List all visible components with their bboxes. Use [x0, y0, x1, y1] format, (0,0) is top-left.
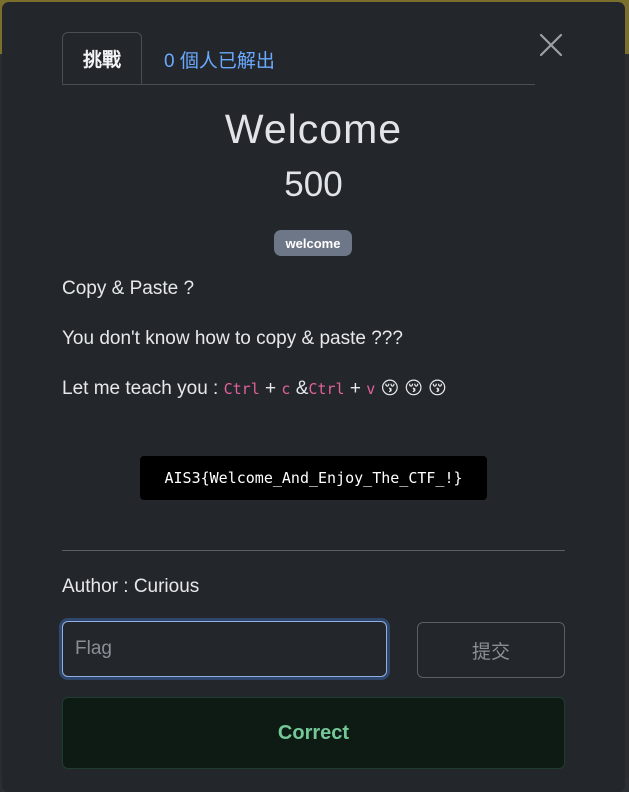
tab-challenge[interactable]: 挑戰: [62, 32, 142, 84]
description-line-2: You don't know how to copy & paste ???: [62, 328, 403, 349]
close-button[interactable]: [538, 32, 564, 58]
kissing-emoji-icons: 😚 😚 😚: [380, 378, 447, 398]
code-v-key: v: [366, 380, 376, 398]
flag-input[interactable]: [62, 621, 387, 677]
code-ctrl-key-2: Ctrl: [308, 380, 345, 398]
code-ctrl-key-1: Ctrl: [223, 380, 260, 398]
description-line-1: Copy & Paste ?: [62, 278, 195, 299]
close-icon: [539, 33, 563, 57]
challenge-modal: 挑戰 0 個人已解出 Welcome 500 welcome Copy & Pa…: [2, 2, 625, 792]
divider: [62, 550, 565, 551]
plus-sign-2: +: [349, 378, 361, 399]
ampersand: &: [295, 378, 309, 399]
tab-bar: 挑戰 0 個人已解出: [62, 32, 535, 85]
flag-code-block: AIS3{Welcome_And_Enjoy_The_CTF_!}: [140, 456, 487, 500]
result-correct-alert: Correct: [62, 697, 565, 769]
submit-button[interactable]: 提交: [417, 622, 565, 678]
description-line-3-prefix: Let me teach you :: [62, 378, 219, 399]
category-tag: welcome: [274, 230, 352, 256]
tab-solves[interactable]: 0 個人已解出: [164, 46, 275, 72]
code-c-key: c: [281, 380, 291, 398]
challenge-points: 500: [284, 165, 343, 204]
description-line-3: Let me teach you : Ctrl + c &Ctrl + v 😚 …: [62, 378, 447, 400]
challenge-title: Welcome: [224, 106, 403, 152]
author-label: Author : Curious: [62, 576, 200, 597]
plus-sign-1: +: [265, 378, 277, 399]
